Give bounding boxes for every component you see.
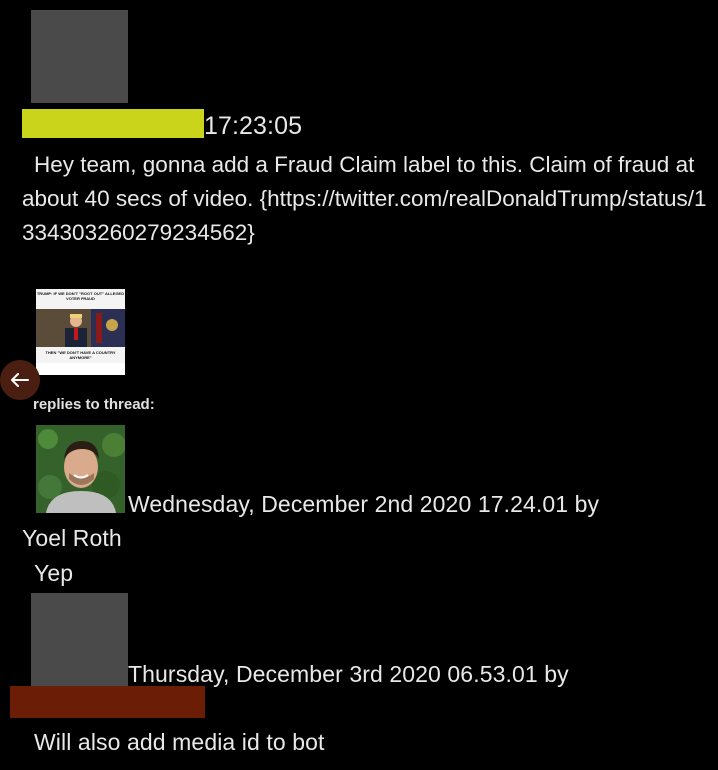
attachment-photo: [36, 309, 125, 347]
message-body: Hey team, gonna add a Fraud Claim label …: [22, 148, 712, 250]
avatar-redacted: [31, 593, 128, 686]
back-button[interactable]: [0, 360, 40, 400]
arrow-left-icon: [11, 373, 29, 387]
person-avatar-icon: [36, 425, 125, 513]
username-redaction: [22, 109, 204, 138]
thread-replies-header: replies to thread:: [33, 396, 155, 413]
author-redaction: [10, 686, 205, 718]
reply-meta: Wednesday, December 2nd 2020 17.24.01 by: [128, 491, 600, 517]
attachment-bottom-caption: THEN "WE DON'T HAVE A COUNTRY ANYMORE": [36, 347, 125, 363]
reply-body: Yep: [34, 560, 74, 586]
avatar-redacted: [31, 10, 128, 103]
avatar: [36, 425, 125, 513]
attachment-figure-icon: [36, 309, 125, 347]
reply-body: Will also add media id to bot: [34, 729, 325, 755]
message-text: Hey team, gonna add a Fraud Claim label …: [22, 152, 707, 245]
reply-author[interactable]: Yoel Roth: [22, 521, 122, 555]
attachment-top-caption: TRUMP: IF WE DON'T "ROOT OUT" ALLEGED VO…: [36, 289, 125, 309]
media-attachment[interactable]: TRUMP: IF WE DON'T "ROOT OUT" ALLEGED VO…: [36, 289, 125, 375]
message-timestamp: 17:23:05: [204, 112, 303, 140]
